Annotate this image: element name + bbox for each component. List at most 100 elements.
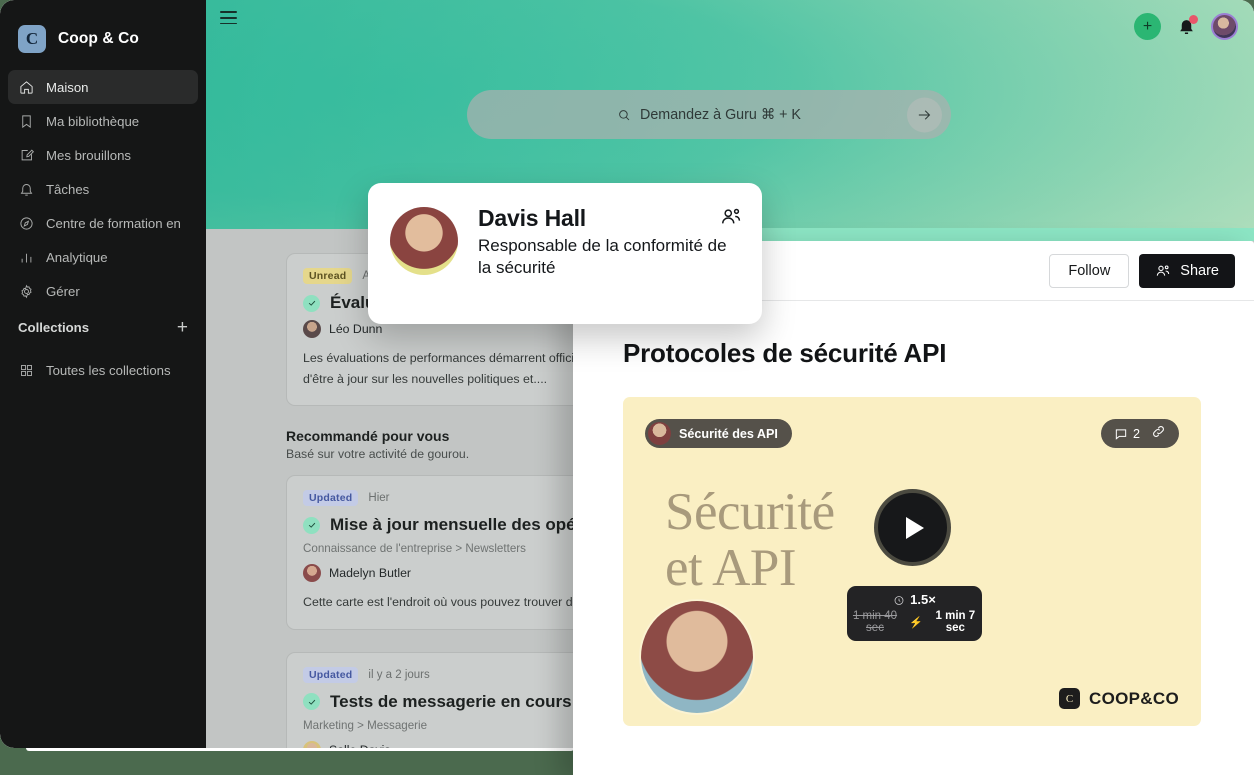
verified-icon [303, 516, 320, 534]
duration-row: 1 min 40 sec ⚡ 1 min 7 sec [847, 610, 982, 634]
video-author-chip[interactable]: Sécurité des API [645, 419, 792, 448]
playback-speed-pill[interactable]: 1.5× 1 min 40 sec ⚡ 1 min 7 sec [847, 586, 982, 641]
sidebar: C Coop & Co Maison Ma bibliothèque Mes b… [0, 0, 206, 748]
comment-button[interactable]: 2 [1114, 427, 1140, 441]
brand-wordmark: COOP&CO [1089, 688, 1179, 708]
sidebar-item-mes-brouillons[interactable]: Mes brouillons [8, 138, 198, 172]
people-icon [1157, 264, 1170, 276]
verified-icon [303, 294, 320, 312]
duration-new: 1 min 7 sec [935, 610, 976, 634]
link-icon [1153, 425, 1164, 437]
sidebar-item-toutes-les-collections[interactable]: Toutes les collections [8, 353, 198, 387]
avatar [390, 207, 458, 275]
bookmark-icon [18, 113, 34, 129]
sidebar-item-label: Tâches [46, 181, 90, 197]
sidebar-item-label: Analytique [46, 249, 108, 265]
card-time: Hier [368, 492, 390, 505]
avatar[interactable] [1211, 13, 1238, 40]
avatar [648, 422, 671, 445]
profile-hovercard: Davis Hall Responsable de la conformité … [368, 183, 762, 324]
people-icon[interactable] [720, 205, 742, 232]
verified-icon [303, 693, 320, 711]
status-badge: Unread [303, 268, 353, 284]
collections-nav: Toutes les collections [0, 353, 206, 387]
video-tools: 2 [1100, 419, 1179, 448]
brand[interactable]: C Coop & Co [0, 0, 206, 60]
share-label: Share [1180, 262, 1219, 279]
status-badge: Updated [303, 666, 359, 683]
profile-role: Responsable de la conformité de la sécur… [478, 236, 727, 277]
search-submit-button[interactable] [907, 97, 942, 132]
sidebar-item-analytique[interactable]: Analytique [8, 240, 198, 274]
window-bottom-edge [26, 748, 574, 751]
search-inner: Demandez à Guru ⌘ + K [617, 107, 801, 123]
arrow-right-icon [918, 109, 931, 120]
add-button[interactable]: + [1134, 13, 1161, 40]
sidebar-item-label: Toutes les collections [46, 362, 171, 378]
card-time: il y a 2 jours [368, 668, 430, 681]
add-collection-button[interactable]: + [177, 318, 188, 337]
sidebar-item-label: Mes brouillons [46, 147, 132, 163]
home-icon [18, 79, 34, 95]
avatar [303, 320, 321, 338]
share-button[interactable]: Share [1139, 253, 1235, 288]
sidebar-item-gerer[interactable]: Gérer [8, 274, 198, 308]
speed-value-row: 1.5× [847, 592, 982, 607]
play-triangle [906, 516, 924, 539]
brand-mark-icon: C [1059, 688, 1081, 709]
sidebar-item-label: Gérer [46, 283, 80, 299]
status-badge: Updated [303, 490, 359, 507]
bolt-icon: ⚡ [909, 616, 923, 629]
video-brand-logo: C COOP&CO [1059, 688, 1179, 709]
brand-name: Coop & Co [58, 30, 139, 47]
sidebar-item-label: Maison [46, 79, 89, 95]
avatar [303, 740, 321, 748]
author-name: Madelyn Butler [329, 566, 412, 581]
video-wordmark-line: et API [665, 538, 796, 597]
video-chip-label: Sécurité des API [679, 426, 778, 441]
card-title[interactable]: Tests de messagerie en cours [330, 692, 572, 712]
video-wordmark-line: Sécurité [665, 483, 835, 541]
profile-text: Davis Hall Responsable de la conformité … [478, 205, 728, 324]
profile-name: Davis Hall [478, 205, 586, 231]
screenshot-stage: C Coop & Co Maison Ma bibliothèque Mes b… [0, 0, 1254, 775]
video-card[interactable]: Sécurité des API 2 Sécurité et API 1.5× … [623, 397, 1201, 726]
sidebar-item-maison[interactable]: Maison [8, 70, 198, 104]
play-icon[interactable] [874, 489, 951, 566]
sidebar-nav: Maison Ma bibliothèque Mes brouillons Tâ… [0, 70, 206, 308]
grid-icon [18, 362, 34, 378]
draft-edit-icon [18, 147, 34, 163]
sidebar-item-label: Ma bibliothèque [46, 113, 140, 129]
follow-button[interactable]: Follow [1049, 253, 1130, 288]
comment-count: 2 [1132, 426, 1140, 441]
hamburger-icon[interactable] [220, 11, 240, 27]
collections-title: Collections [18, 320, 90, 335]
author-name: Léo Dunn [329, 322, 383, 336]
clock-icon [894, 595, 904, 605]
header-actions: + [1134, 13, 1238, 40]
search-icon [619, 109, 630, 120]
duration-original: 1 min 40 sec [852, 610, 898, 634]
compass-icon [18, 215, 34, 231]
video-wordmark: Sécurité et API [665, 483, 835, 597]
search-bar[interactable]: Demandez à Guru ⌘ + K [467, 90, 951, 139]
avatar [303, 564, 321, 583]
speed-value: 1.5× [910, 592, 936, 607]
brand-logo-icon: C [18, 25, 46, 53]
bar-chart-icon [18, 249, 34, 265]
sidebar-item-ma-bibliotheque[interactable]: Ma bibliothèque [8, 104, 198, 138]
copy-link-button[interactable] [1151, 424, 1166, 444]
gear-icon [18, 283, 34, 299]
notification-badge [1189, 14, 1198, 24]
hamburger-bar [220, 11, 237, 13]
sidebar-item-centre-de-formation[interactable]: Centre de formation en [8, 206, 198, 240]
notifications-button[interactable] [1175, 14, 1198, 39]
sidebar-item-label: Centre de formation en [46, 215, 181, 231]
bell-icon [18, 181, 34, 197]
hamburger-bar [220, 22, 237, 25]
comment-icon [1115, 428, 1127, 440]
search-input[interactable]: Demandez à Guru ⌘ + K [640, 107, 801, 123]
video-presenter-avatar [641, 601, 753, 713]
sidebar-item-taches[interactable]: Tâches [8, 172, 198, 206]
hamburger-bar [220, 16, 237, 19]
